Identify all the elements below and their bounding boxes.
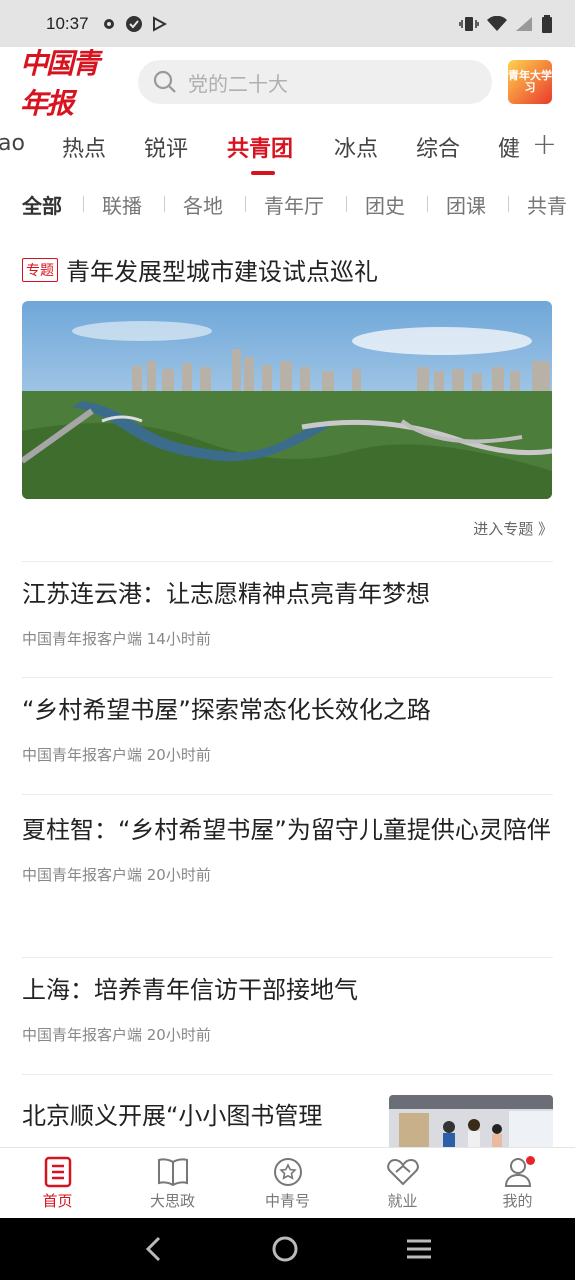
gear-icon bbox=[103, 18, 114, 29]
subtab-local[interactable]: 各地 bbox=[183, 190, 223, 219]
news-item[interactable]: 夏柱智：“乡村希望书屋”为留守儿童提供心灵陪伴 中国青年报客户端 20小时前 bbox=[22, 809, 553, 885]
subtab-divider bbox=[427, 196, 428, 212]
subtab-youth-hall[interactable]: 青年厅 bbox=[264, 190, 324, 219]
tab-general[interactable]: 综合 bbox=[416, 131, 460, 163]
study-badge-button[interactable]: 青年大学习 bbox=[508, 60, 552, 104]
nav-politics[interactable]: 大思政 bbox=[115, 1148, 230, 1218]
home-doc-icon bbox=[44, 1156, 71, 1188]
app-header: 中国青年报 党的二十大 青年大学习 bbox=[0, 47, 575, 120]
status-time: 10:37 bbox=[46, 13, 89, 33]
news-item[interactable]: 江苏连云港：让志愿精神点亮青年梦想 中国青年报客户端 14小时前 bbox=[22, 573, 553, 649]
subtab-divider bbox=[508, 196, 509, 212]
shield-check-icon bbox=[125, 15, 142, 32]
divider bbox=[22, 957, 553, 958]
tab-comment[interactable]: 锐评 bbox=[144, 131, 188, 163]
subtab-history[interactable]: 团史 bbox=[365, 190, 405, 219]
tab-partial-left[interactable]: ao bbox=[0, 131, 25, 156]
search-bar[interactable]: 党的二十大 bbox=[138, 60, 492, 104]
news-meta: 中国青年报客户端 14小时前 bbox=[22, 630, 211, 648]
subtab-divider bbox=[346, 196, 347, 212]
nav-label: 中青号 bbox=[264, 1192, 310, 1210]
wifi-icon bbox=[487, 15, 507, 31]
battery-icon bbox=[542, 14, 552, 33]
subtab-league-partial[interactable]: 共青 bbox=[527, 190, 567, 219]
nav-cyol[interactable]: 中青号 bbox=[230, 1148, 345, 1218]
feature-image[interactable] bbox=[22, 301, 552, 499]
news-item[interactable]: 上海：培养青年信访干部接地气 中国青年报客户端 20小时前 bbox=[22, 969, 553, 1045]
star-badge-icon bbox=[273, 1158, 302, 1186]
news-title: 江苏连云港：让志愿精神点亮青年梦想 bbox=[22, 580, 430, 608]
search-placeholder: 党的二十大 bbox=[188, 71, 288, 96]
bottom-nav: 首页 大思政 中青号 就业 我的 bbox=[0, 1147, 575, 1218]
news-meta: 中国青年报客户端 20小时前 bbox=[22, 1026, 211, 1044]
subtab-divider bbox=[245, 196, 246, 212]
feature-title: 青年发展型城市建设试点巡礼 bbox=[66, 258, 378, 286]
feature-title-row[interactable]: 专题 青年发展型城市建设试点巡礼 bbox=[22, 252, 378, 287]
enter-topic-link[interactable]: 进入专题 》 bbox=[473, 518, 553, 539]
vibrate-icon bbox=[459, 16, 479, 31]
nav-label: 我的 bbox=[502, 1192, 533, 1210]
subtab-divider bbox=[164, 196, 165, 212]
nav-mine[interactable]: 我的 bbox=[460, 1148, 575, 1218]
home-circle-icon[interactable] bbox=[270, 1234, 300, 1264]
sub-tabs: 全部 联播 各地 青年厅 团史 团课 共青 bbox=[0, 180, 575, 228]
subtab-divider bbox=[83, 196, 84, 212]
add-channel-icon[interactable]: + bbox=[532, 127, 557, 162]
divider bbox=[22, 794, 553, 795]
news-title: 夏柱智：“乡村希望书屋”为留守儿童提供心灵陪伴 bbox=[22, 816, 551, 844]
divider bbox=[22, 677, 553, 678]
tab-hot[interactable]: 热点 bbox=[62, 131, 106, 163]
tab-league[interactable]: 共青团 bbox=[227, 131, 293, 163]
status-bar: 10:37 bbox=[0, 0, 575, 47]
divider bbox=[22, 1074, 553, 1075]
search-icon bbox=[153, 70, 176, 93]
signal-icon bbox=[516, 16, 532, 31]
nav-jobs[interactable]: 就业 bbox=[345, 1148, 460, 1218]
news-meta: 中国青年报客户端 20小时前 bbox=[22, 866, 211, 884]
subtab-broadcast[interactable]: 联播 bbox=[102, 190, 142, 219]
channel-tabs: ao 热点 锐评 共青团 冰点 综合 健 + bbox=[0, 117, 575, 177]
book-icon bbox=[157, 1158, 188, 1187]
active-tab-indicator bbox=[251, 171, 275, 175]
nav-label: 大思政 bbox=[149, 1192, 195, 1210]
news-item[interactable]: “乡村希望书屋”探索常态化长效化之路 中国青年报客户端 20小时前 bbox=[22, 689, 553, 765]
nav-home[interactable]: 首页 bbox=[0, 1148, 115, 1218]
news-item[interactable]: 北京顺义开展“小小图书管理 bbox=[22, 1095, 382, 1138]
nav-label: 就业 bbox=[387, 1192, 418, 1210]
news-title: “乡村希望书屋”探索常态化长效化之路 bbox=[22, 696, 431, 724]
system-nav-bar bbox=[0, 1218, 575, 1280]
topic-tag: 专题 bbox=[22, 257, 58, 282]
news-title: 上海：培养青年信访干部接地气 bbox=[22, 976, 358, 1004]
subtab-all[interactable]: 全部 bbox=[22, 190, 62, 219]
recents-icon[interactable] bbox=[405, 1237, 433, 1261]
divider bbox=[22, 561, 553, 562]
back-icon[interactable] bbox=[142, 1235, 166, 1263]
subtab-lesson[interactable]: 团课 bbox=[446, 190, 486, 219]
news-title: 北京顺义开展“小小图书管理 bbox=[22, 1102, 323, 1130]
app-logo: 中国青年报 bbox=[20, 47, 100, 120]
tab-freezing-point[interactable]: 冰点 bbox=[334, 131, 378, 163]
news-thumbnail[interactable] bbox=[389, 1095, 553, 1153]
heart-hands-icon bbox=[386, 1158, 419, 1186]
play-store-icon bbox=[152, 15, 167, 32]
news-meta: 中国青年报客户端 20小时前 bbox=[22, 746, 211, 764]
notification-dot bbox=[526, 1156, 535, 1165]
nav-label: 首页 bbox=[42, 1192, 73, 1210]
